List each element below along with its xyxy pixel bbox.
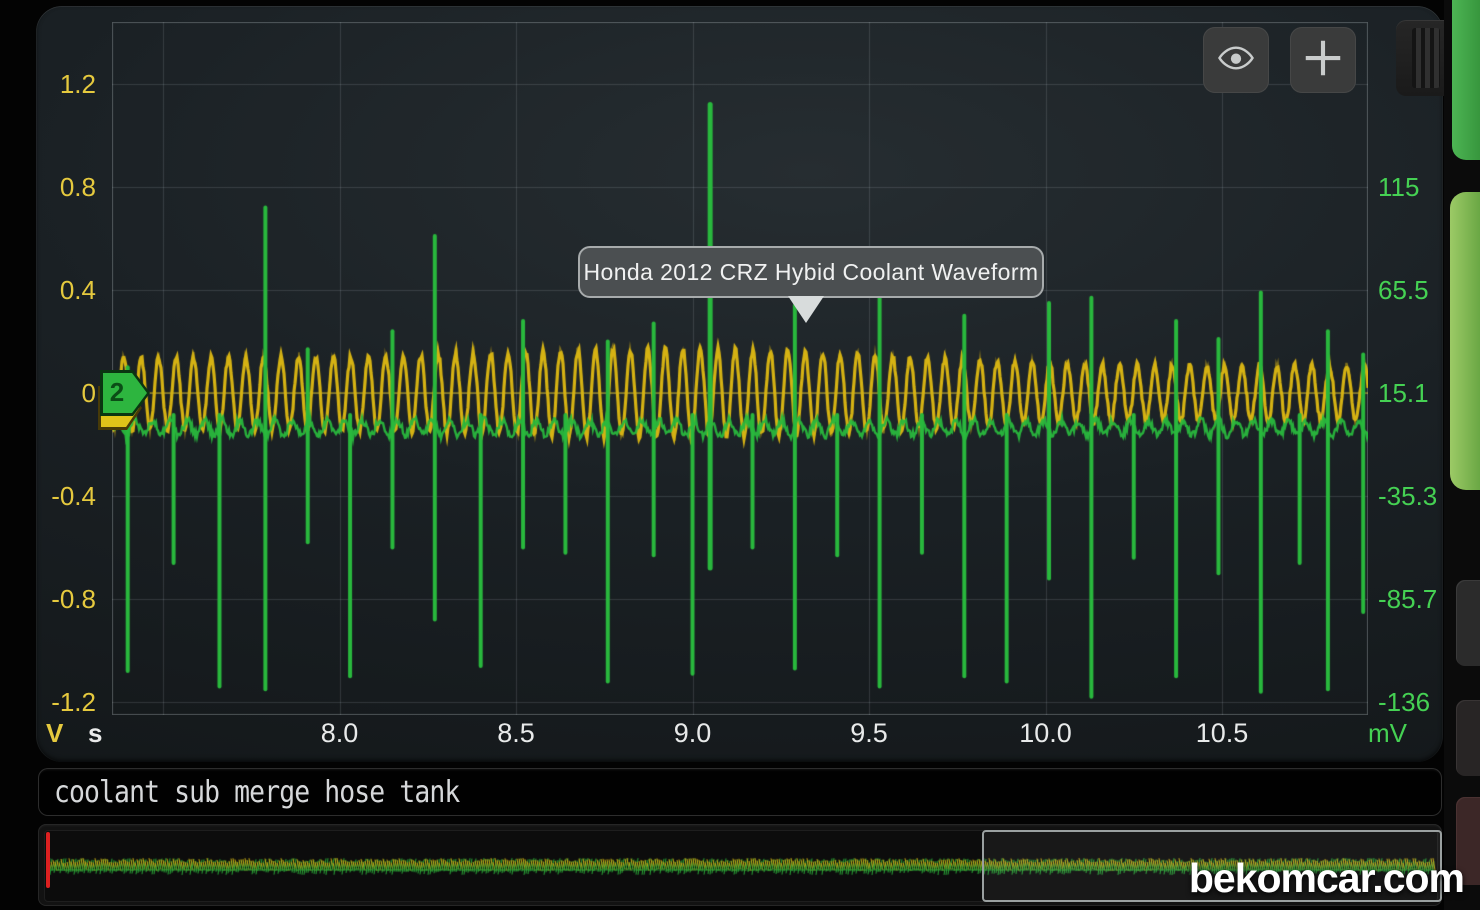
x-axis-tick-label: 8.5 xyxy=(471,718,561,748)
sidebar-button-2[interactable] xyxy=(1456,700,1480,776)
channel-2-marker-label: 2 xyxy=(100,370,134,416)
drawer-handle[interactable] xyxy=(1396,20,1444,96)
x-axis-tick-label: 9.5 xyxy=(824,718,914,748)
x-axis-tick-label: 8.0 xyxy=(295,718,385,748)
right-axis-tick-label: -136 xyxy=(1378,689,1448,715)
watermark-text: bekomcar.com xyxy=(1189,855,1464,902)
left-axis-tick-label: -0.4 xyxy=(40,483,96,509)
overview-cursor[interactable] xyxy=(46,832,50,888)
waveform-title-tooltip: Honda 2012 CRZ Hybid Coolant Waveform xyxy=(578,246,1044,298)
x-axis-tick-label: 10.5 xyxy=(1177,718,1267,748)
tooltip-text: Honda 2012 CRZ Hybid Coolant Waveform xyxy=(584,259,1039,286)
scope-app-window: 1.2 0.8 0.4 0 -0.4 -0.8 -1.2 115 65.5 15.1 -35.3 -… xyxy=(0,0,1480,910)
sidebar-green-strip-middle[interactable] xyxy=(1450,192,1480,490)
add-channel-button[interactable] xyxy=(1290,27,1356,93)
sidebar-button-1[interactable] xyxy=(1456,580,1480,666)
channel-2-marker[interactable]: 2 xyxy=(100,370,150,416)
left-axis-unit: V xyxy=(46,718,63,748)
plus-icon xyxy=(1299,34,1347,87)
x-axis-tick-label: 9.0 xyxy=(648,718,738,748)
right-axis-tick-label: 115 xyxy=(1378,174,1448,200)
left-axis-tick-label: 1.2 xyxy=(40,71,96,97)
sidebar-green-strip-top[interactable] xyxy=(1452,0,1480,160)
visibility-button[interactable] xyxy=(1203,27,1269,93)
left-axis-tick-label: 0 xyxy=(40,380,96,406)
right-axis-tick-label: 15.1 xyxy=(1378,380,1448,406)
right-axis-tick-label: -85.7 xyxy=(1378,586,1448,612)
right-axis-unit: mV xyxy=(1368,718,1407,748)
left-axis-tick-label: 0.4 xyxy=(40,277,96,303)
waveform-plot[interactable] xyxy=(112,22,1368,715)
tooltip-pointer-icon xyxy=(788,296,824,323)
waveform-note-text: coolant sub merge hose tank xyxy=(54,775,459,810)
left-axis-tick-label: 0.8 xyxy=(40,174,96,200)
right-axis-tick-label: -35.3 xyxy=(1378,483,1448,509)
eye-icon xyxy=(1214,36,1258,85)
left-axis-tick-label: -0.8 xyxy=(40,586,96,612)
right-axis-tick-label: 65.5 xyxy=(1378,277,1448,303)
waveform-note-bar[interactable]: coolant sub merge hose tank xyxy=(38,768,1442,816)
left-axis-tick-label: -1.2 xyxy=(40,689,96,715)
grip-icon xyxy=(1412,28,1440,88)
x-axis-unit: s xyxy=(88,718,102,748)
x-axis-tick-label: 10.0 xyxy=(1001,718,1091,748)
scope-panel: 1.20.80.40-0.4-0.8-1.2 11565.515.1-35.3-… xyxy=(36,6,1443,762)
